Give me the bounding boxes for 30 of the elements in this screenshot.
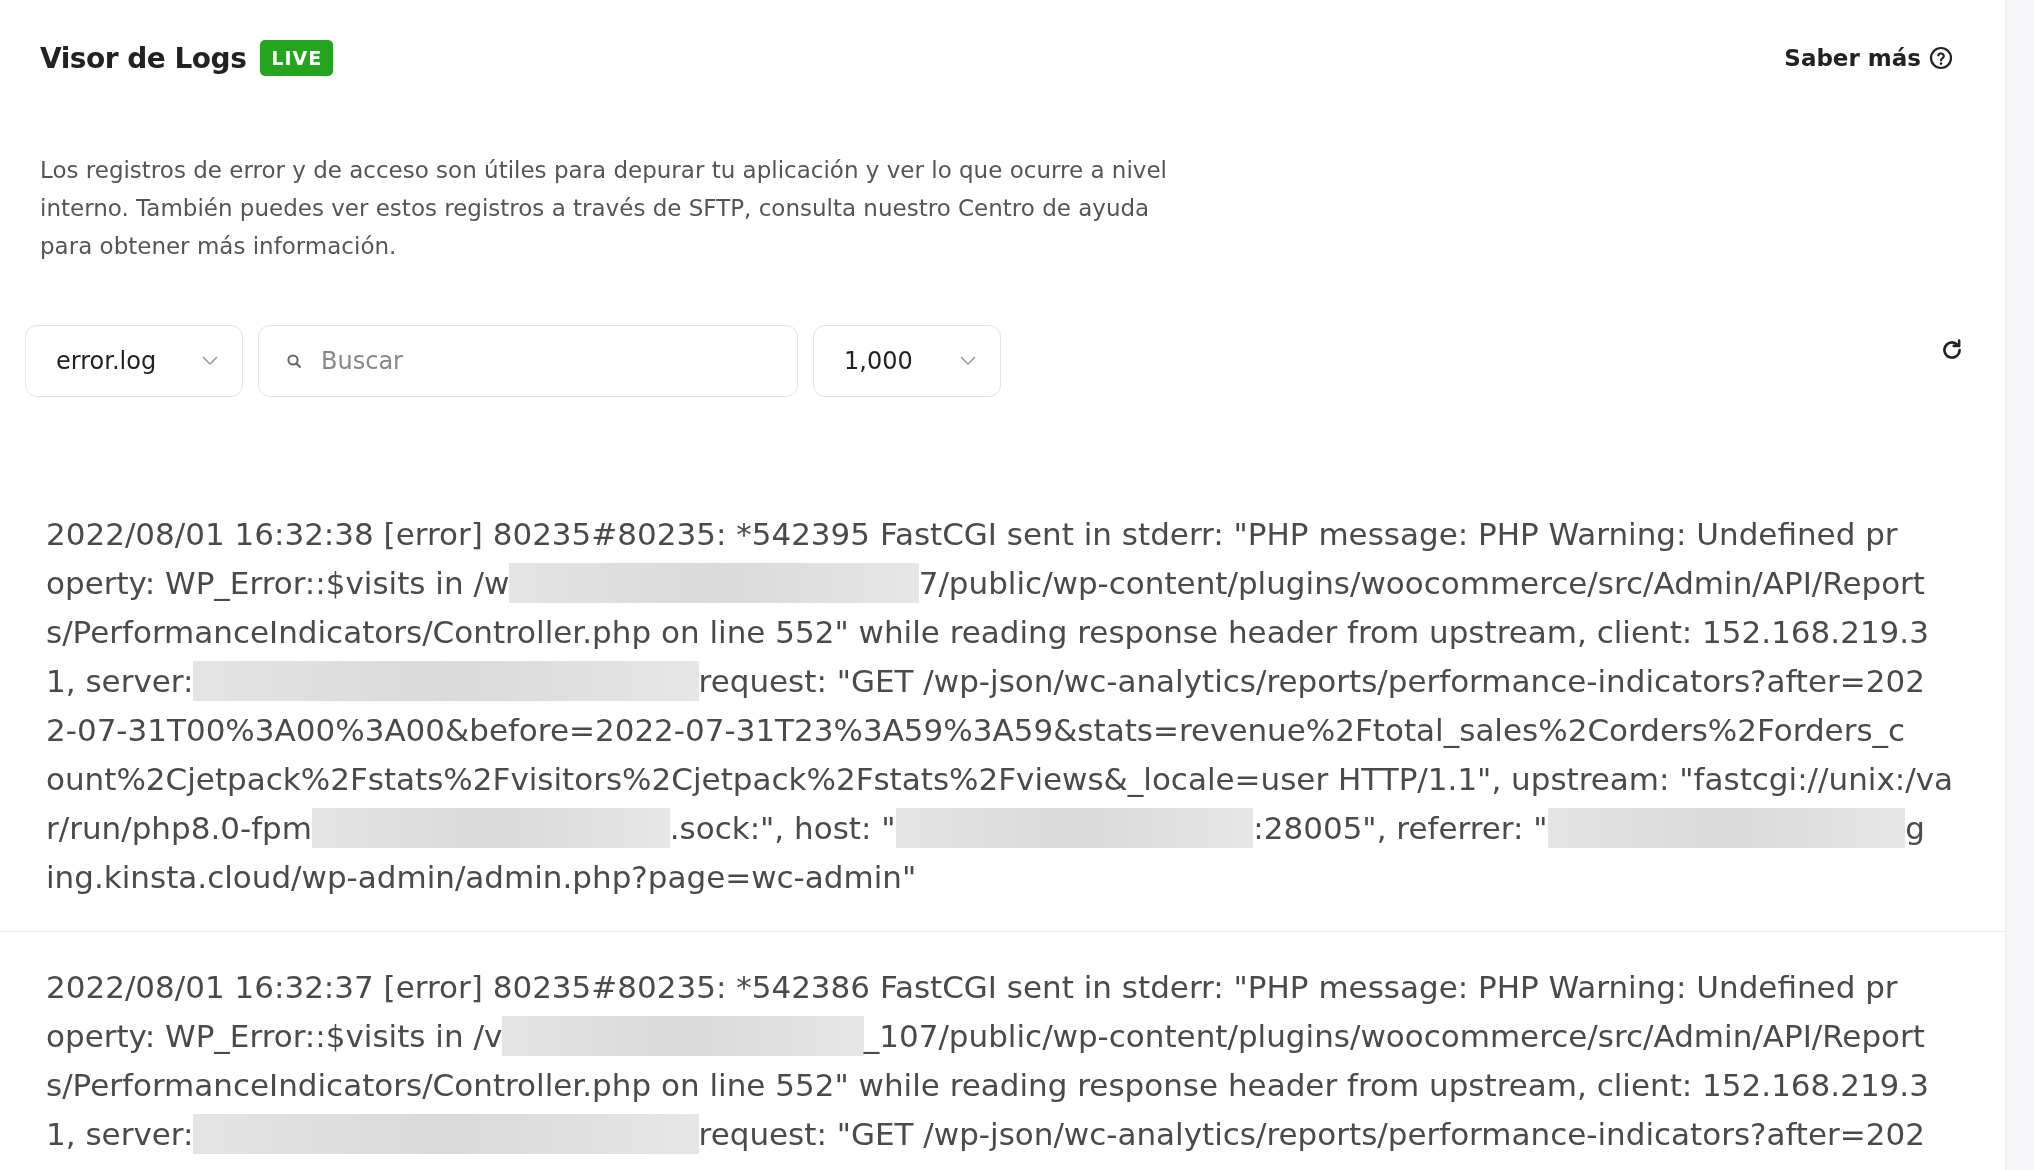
- log-text: :28005", referrer: ": [1253, 809, 1548, 846]
- log-text: ing.kinsta.cloud/wp-admin/admin.php?page=wc-admin": [46, 858, 917, 895]
- help-icon: [1929, 46, 1953, 70]
- chevron-down-icon: [960, 356, 976, 366]
- log-text: request: "GET /wp-json/wc-analytics/reports/performance-indicators?after=202: [698, 662, 1925, 699]
- log-text: 2022/08/01 16:32:38 [error] 80235#80235: *542395 FastCGI sent in stderr: "PHP message: PHP Warning: Undefined pr: [46, 515, 1898, 552]
- search-icon: [286, 353, 302, 369]
- log-text: r/run/php8.0-fpm: [46, 809, 312, 846]
- log-text: 7/public/wp-content/plugins/woocommerce/src/Admin/API/Report: [918, 564, 1925, 601]
- lines-dropdown[interactable]: 1,000: [813, 325, 1001, 397]
- log-text: s/PerformanceIndicators/Controller.php on line 552" while reading response header from upstream, client: 152.168.219.3: [46, 1066, 1929, 1103]
- log-text: .sock:", host: ": [669, 809, 896, 846]
- log-text: g: [1905, 809, 1925, 846]
- description-text: Los registros de error y de acceso son útiles para depurar tu aplicación y ver lo que ocurre a nivel interno. También puedes ver estos registros a través de SFTP, consulta nuestro Centro de ayuda para obtener más información.: [40, 156, 1168, 261]
- log-text: 1, server:: [46, 662, 194, 699]
- live-badge: LIVE: [260, 40, 334, 76]
- chevron-down-icon: [202, 356, 218, 366]
- page-title: Visor de Logs: [40, 41, 247, 75]
- file-dropdown[interactable]: error.log: [25, 325, 243, 397]
- log-text: operty: WP_Error::$visits in /v: [46, 1017, 503, 1054]
- log-text: 2-07-31T00%3A00%3A00&before=2022-07-31T23%3A59%3A59&stats=revenue%2Ftotal_sales%2Corders%2Forders_c: [46, 711, 1906, 748]
- search-field[interactable]: Buscar: [258, 325, 798, 397]
- help-link[interactable]: Saber más: [1784, 45, 1953, 71]
- log-text: operty: WP_Error::$visits in /w: [46, 564, 510, 601]
- log-text: 1, server:: [46, 1115, 194, 1152]
- log-text: s/PerformanceIndicators/Controller.php on line 552" while reading response header from upstream, client: 152.168.219.3: [46, 613, 1929, 650]
- log-text: _107/public/wp-content/plugins/woocommerce/src/Admin/API/Report: [863, 1017, 1925, 1054]
- log-text: ount%2Cjetpack%2Fstats%2Fvisitors%2Cjetpack%2Fstats%2Fviews&_locale=user HTTP/1.1", upstream: "fastcgi://unix:/va: [46, 760, 1953, 797]
- log-text: request: "GET /wp-json/wc-analytics/reports/performance-indicators?after=202: [698, 1115, 1925, 1152]
- log-text: 2022/08/01 16:32:37 [error] 80235#80235: *542386 FastCGI sent in stderr: "PHP message: PHP Warning: Undefined pr: [46, 968, 1898, 1005]
